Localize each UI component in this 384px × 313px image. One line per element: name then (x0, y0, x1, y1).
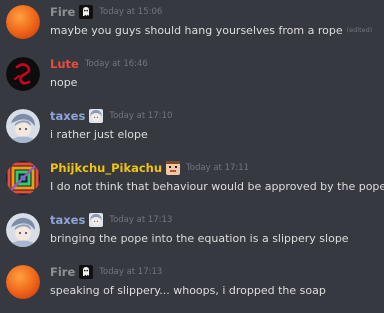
timestamp: Today at 17:13 (109, 215, 173, 225)
orange-circle-avatar-icon[interactable] (6, 5, 40, 39)
ghost-icon (79, 265, 94, 279)
timestamp: Today at 16:46 (84, 59, 148, 69)
message: Fire Today at 17:13 speaking of slippery… (0, 261, 384, 313)
chat-messages: Fire Today at 15:06 maybe you guys shoul… (0, 0, 384, 305)
message-text: maybe you guys should hang yourselves fr… (50, 23, 343, 37)
author-name[interactable]: Phijkchu_Pikachu (50, 161, 162, 175)
message-content: bringing the pope into the equation is a… (50, 229, 349, 247)
message: taxes Today at 17:13 bringing the pope i… (0, 209, 384, 261)
message-text: i rather just elope (50, 127, 148, 141)
pixel-face-icon (166, 161, 181, 175)
ghost-icon (79, 5, 94, 19)
message-content: nope (50, 73, 77, 91)
timestamp: Today at 17:11 (186, 163, 250, 173)
edited-label: (edited) (346, 26, 373, 34)
message-content: i rather just elope (50, 125, 148, 143)
message-text: bringing the pope into the equation is a… (50, 231, 349, 245)
author-name[interactable]: Lute (50, 57, 79, 71)
anime-face-icon (89, 109, 104, 123)
author-name[interactable]: taxes (50, 213, 85, 227)
message: Lute Today at 16:46 nope (0, 53, 384, 105)
anime-character-avatar-icon[interactable] (6, 213, 40, 247)
message: taxes Today at 17:10 i rather just elope (0, 105, 384, 157)
timestamp: Today at 17:10 (109, 111, 173, 121)
anime-face-icon (89, 213, 104, 227)
message: Phijkchu_Pikachu Today at 17:11 I do not… (0, 157, 384, 209)
message-text: speaking of slippery... whoops, i droppe… (50, 283, 326, 297)
message-content: maybe you guys should hang yourselves fr… (50, 21, 372, 39)
timestamp: Today at 15:06 (99, 7, 163, 17)
red-symbol-avatar-icon[interactable] (6, 57, 40, 91)
author-name[interactable]: Fire (50, 265, 75, 279)
rainbow-pixel-avatar-icon[interactable] (6, 161, 40, 195)
message-text: nope (50, 75, 78, 89)
timestamp: Today at 17:13 (99, 267, 163, 277)
message-text: I do not think that behaviour would be a… (50, 179, 384, 193)
message-content: speaking of slippery... whoops, i droppe… (50, 281, 326, 299)
message-content: I do not think that behaviour would be a… (50, 177, 384, 195)
orange-circle-avatar-icon[interactable] (6, 265, 40, 299)
message: Fire Today at 15:06 maybe you guys shoul… (0, 1, 384, 53)
author-name[interactable]: taxes (50, 109, 85, 123)
anime-character-avatar-icon[interactable] (6, 109, 40, 143)
author-name[interactable]: Fire (50, 5, 75, 19)
